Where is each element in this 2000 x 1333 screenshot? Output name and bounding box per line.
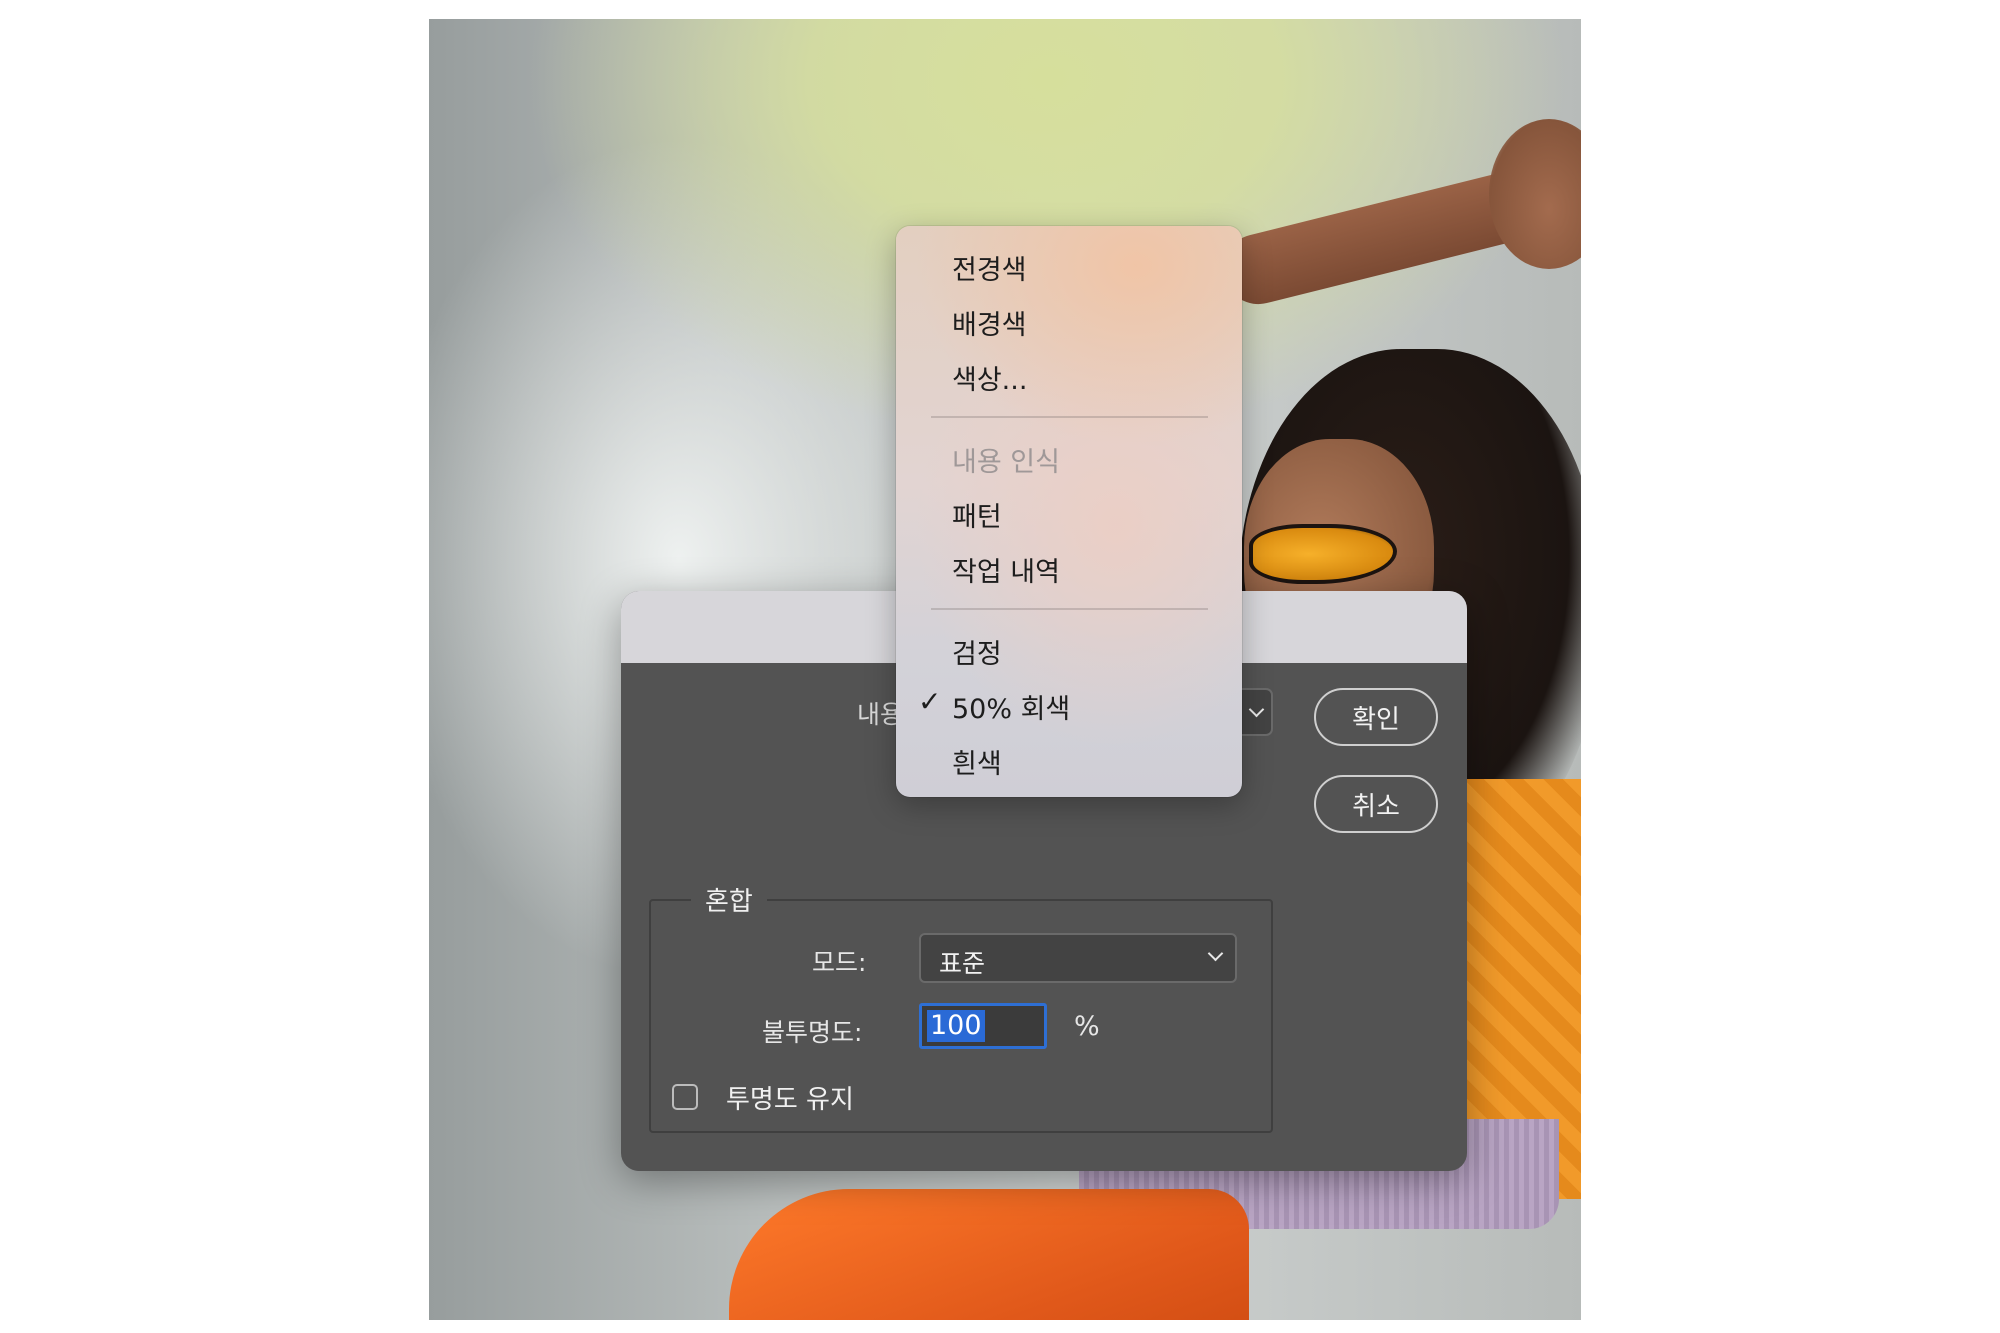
menu-item-content-aware: 내용 인식 [952, 447, 1060, 478]
menu-item-50-gray[interactable]: 50% 회색 [952, 687, 1070, 726]
opacity-value: 100 [927, 1010, 985, 1042]
opacity-input[interactable]: 100 [919, 1003, 1047, 1049]
mode-value: 표준 [939, 949, 986, 978]
content-select[interactable] [1241, 688, 1273, 736]
menu-item-history[interactable]: 작업 내역 [952, 550, 1060, 589]
photo-pants [729, 1189, 1249, 1320]
opacity-label: 불투명도: [762, 1018, 863, 1047]
menu-item-foreground-color[interactable]: 전경색 [952, 248, 1027, 287]
preserve-transparency-checkbox[interactable] [672, 1084, 698, 1110]
opacity-unit: % [1074, 1011, 1100, 1042]
menu-item-color[interactable]: 색상... [952, 358, 1027, 397]
menu-separator [931, 416, 1208, 418]
menu-item-white[interactable]: 흰색 [952, 742, 1002, 781]
chevron-down-icon [1207, 945, 1224, 962]
blend-group-title: 혼합 [691, 881, 767, 918]
cancel-button[interactable]: 취소 [1314, 775, 1438, 833]
menu-separator [931, 608, 1208, 610]
checkmark-icon: ✓ [918, 685, 942, 718]
chevron-down-icon [1248, 701, 1264, 718]
ok-button[interactable]: 확인 [1314, 688, 1438, 746]
menu-item-background-color[interactable]: 배경색 [952, 303, 1027, 342]
blend-group: 혼합 모드: 표준 불투명도: 100 % 투명도 유지 [649, 881, 1273, 1133]
menu-item-pattern[interactable]: 패턴 [952, 495, 1002, 534]
mode-select[interactable]: 표준 [919, 933, 1237, 983]
photo-hand [1489, 119, 1581, 269]
preserve-transparency-label[interactable]: 투명도 유지 [726, 1079, 854, 1116]
mode-label: 모드: [812, 948, 867, 977]
content-dropdown-menu: 전경색 배경색 색상... 내용 인식 패턴 작업 내역 검정 ✓ 50% 회색… [896, 226, 1242, 797]
menu-item-black[interactable]: 검정 [952, 632, 1002, 671]
